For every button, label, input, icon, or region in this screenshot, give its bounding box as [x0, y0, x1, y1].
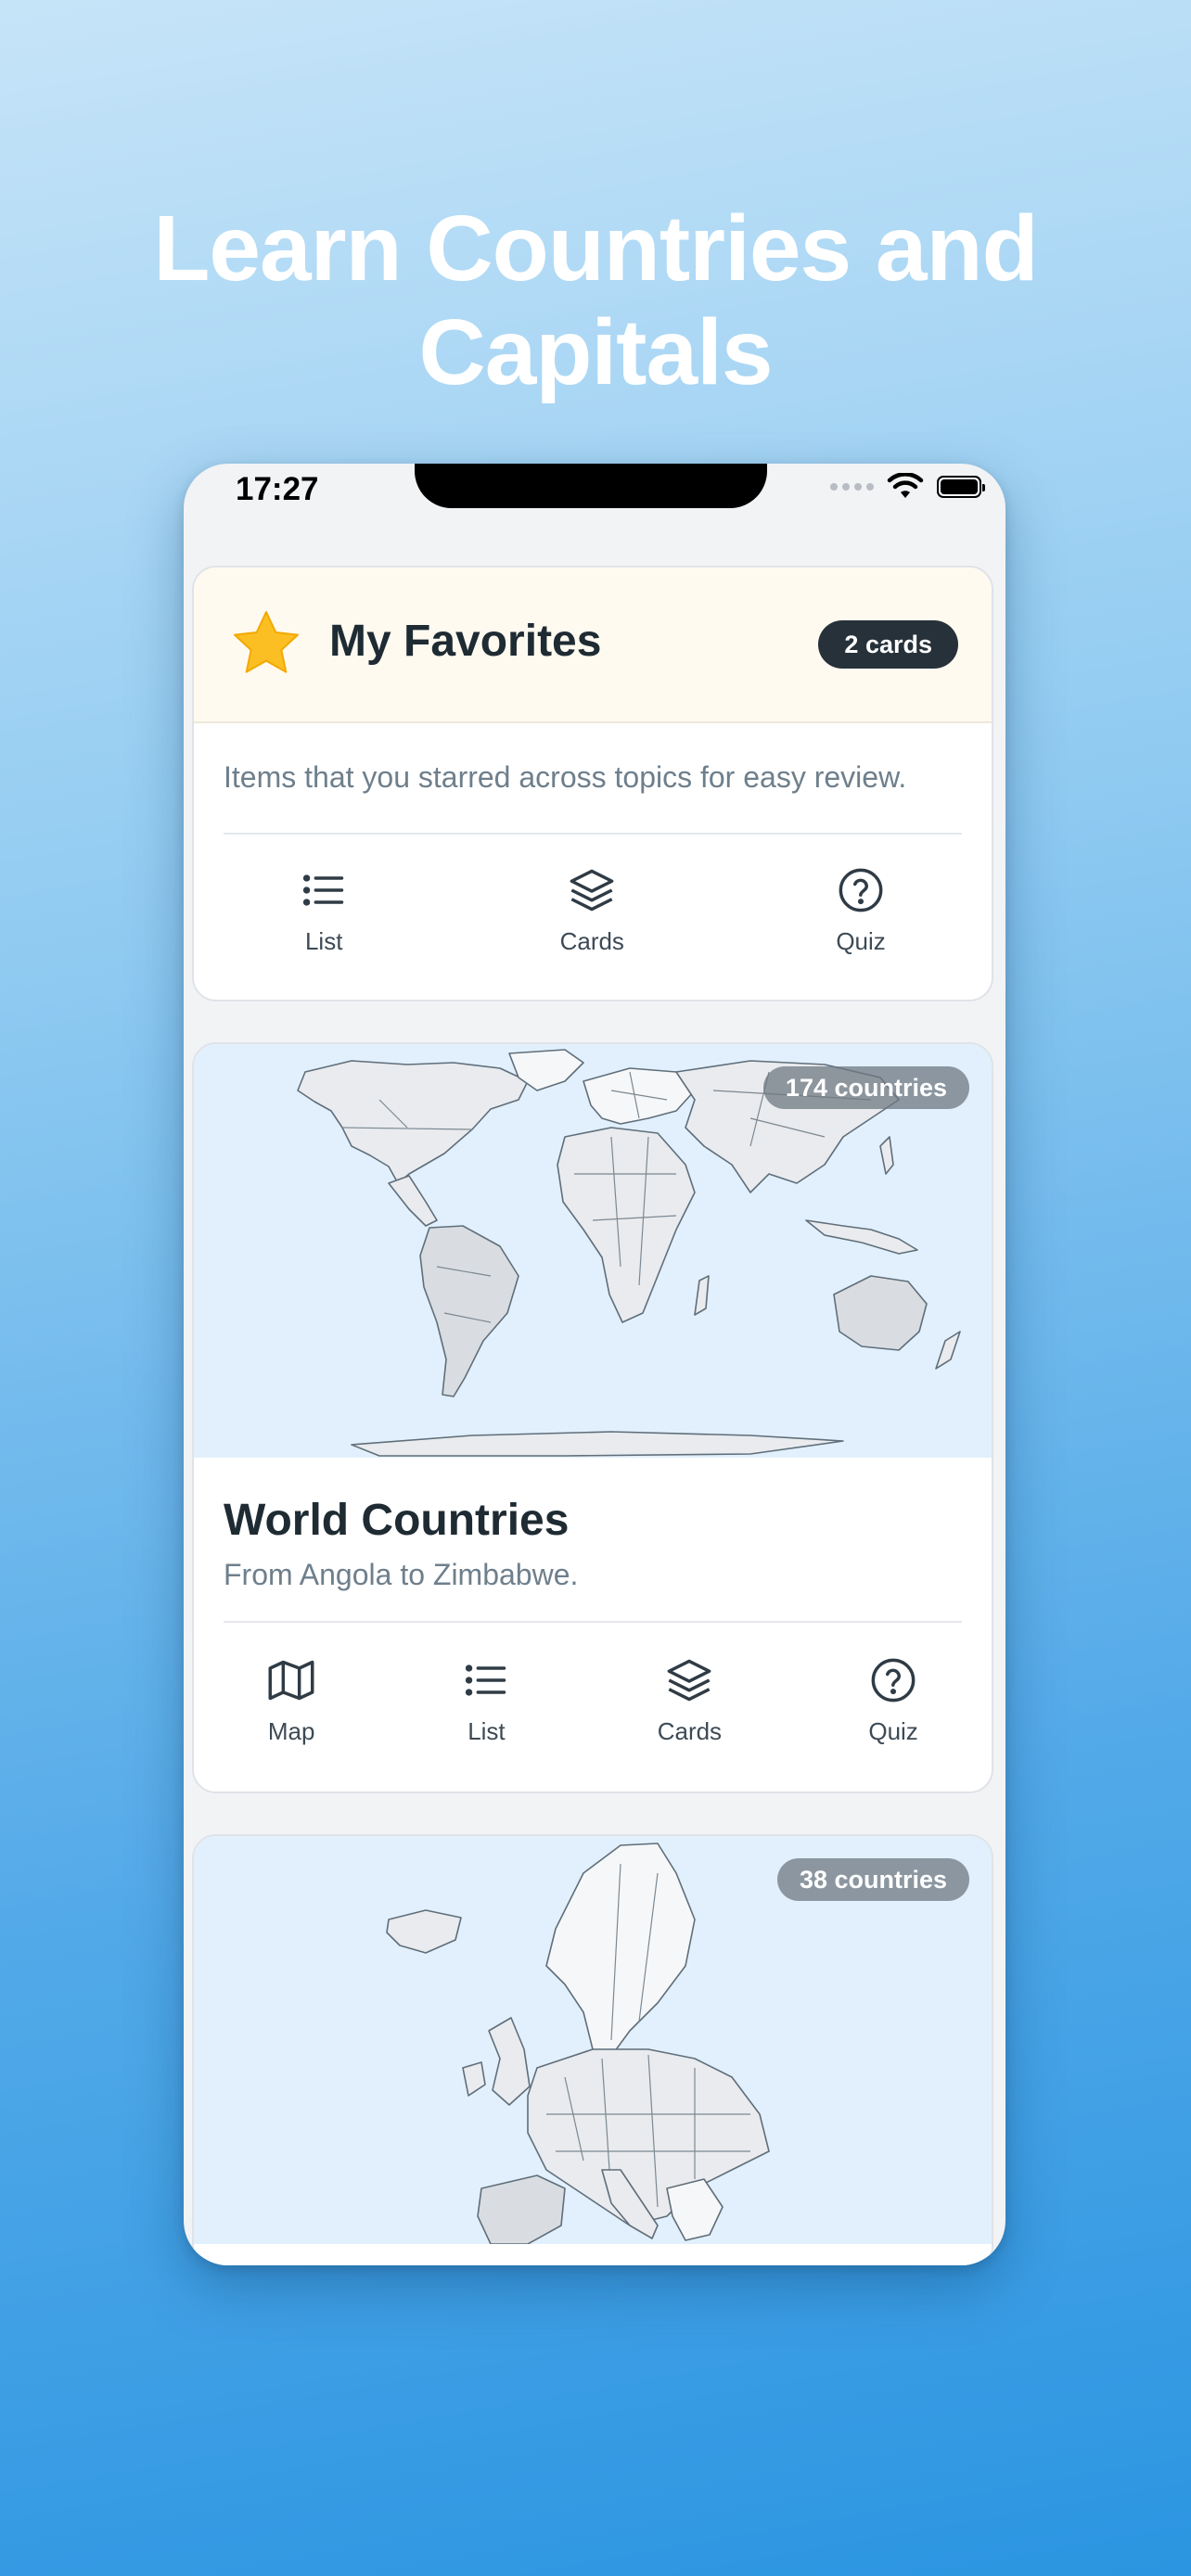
battery-icon — [937, 476, 985, 498]
favorites-divider — [224, 833, 962, 835]
world-countries-subtitle: From Angola to Zimbabwe. — [224, 1558, 579, 1591]
world-countries-badge: 174 countries — [762, 1066, 969, 1109]
favorites-quiz-label: Quiz — [836, 927, 886, 955]
favorites-list-button[interactable]: List — [300, 866, 348, 956]
favorites-header: My Favorites 2 cards — [194, 567, 992, 723]
favorites-count-badge: 2 cards — [818, 620, 958, 669]
map-icon — [268, 1660, 314, 1701]
favorites-cards-label: Cards — [559, 927, 624, 955]
world-quiz-button[interactable]: Quiz — [868, 1656, 918, 1746]
world-countries-title: World Countries — [224, 1496, 570, 1545]
favorites-quiz-button[interactable]: Quiz — [836, 866, 886, 956]
headline-line-2: Capitals — [418, 300, 773, 404]
world-actions: Map List Cards Quiz — [194, 1656, 992, 1746]
world-quiz-label: Quiz — [868, 1717, 918, 1745]
world-list-button[interactable]: List — [462, 1656, 510, 1746]
list-icon — [303, 874, 344, 906]
headline-line-1: Learn Countries and — [153, 197, 1038, 300]
list-icon — [466, 1664, 506, 1696]
question-circle-icon — [871, 1658, 916, 1702]
world-cards-button[interactable]: Cards — [658, 1656, 722, 1746]
world-divider — [224, 1621, 962, 1623]
favorites-list-label: List — [304, 927, 343, 955]
wifi-icon — [887, 473, 924, 498]
europe-map-preview: 38 countries — [194, 1836, 992, 2244]
europe-countries-badge: 38 countries — [776, 1858, 969, 1901]
world-cards-label: Cards — [657, 1717, 723, 1745]
phone-notch — [415, 464, 767, 508]
status-time: 17:27 — [236, 471, 319, 507]
world-map-preview: 174 countries — [194, 1044, 992, 1458]
phone-screen: 17:27 My Favorites 2 cards Items that yo… — [184, 464, 1005, 2265]
world-list-label: List — [467, 1717, 506, 1745]
star-icon — [234, 611, 299, 673]
world-countries-card[interactable]: 174 countries World Countries From Angol… — [192, 1042, 993, 1793]
favorites-cards-button[interactable]: Cards — [560, 866, 624, 956]
favorites-card[interactable]: My Favorites 2 cards Items that you star… — [192, 566, 993, 1001]
question-circle-icon — [839, 868, 883, 912]
favorites-title: My Favorites — [329, 617, 602, 666]
layers-icon — [667, 1659, 711, 1702]
favorites-description: Items that you starred across topics for… — [224, 760, 907, 794]
promo-headline: Learn Countries and Capitals — [0, 197, 1191, 404]
layers-icon — [570, 869, 614, 912]
world-map-button[interactable]: Map — [267, 1656, 315, 1746]
cellular-signal-icon — [830, 483, 874, 491]
europe-countries-card[interactable]: 38 countries — [192, 1834, 993, 2265]
world-map-label: Map — [267, 1717, 315, 1745]
favorites-actions: List Cards Quiz — [194, 866, 992, 956]
status-icons — [830, 473, 985, 501]
